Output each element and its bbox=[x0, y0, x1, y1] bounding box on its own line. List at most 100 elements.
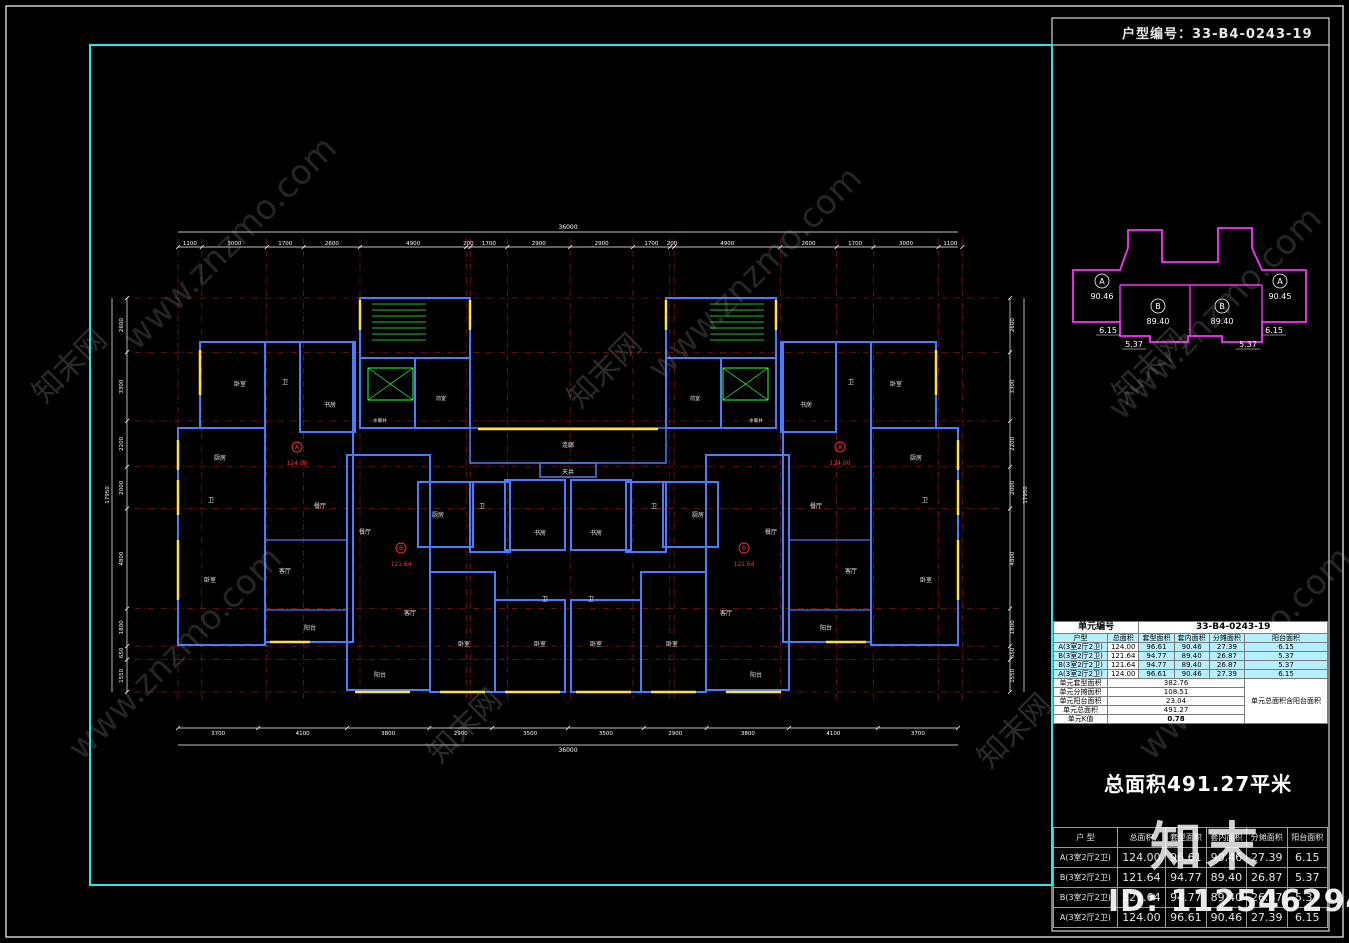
cell-type: B(3室2厅2卫) bbox=[1052, 660, 1109, 670]
cell-balcony: 5.37 bbox=[1244, 660, 1328, 670]
summary-note: 单元总面积含阳台面积 bbox=[1244, 678, 1328, 724]
summary-label: 单元套型面积 bbox=[1052, 678, 1109, 688]
room-label-bedroom: 卧室 bbox=[458, 640, 470, 648]
room-label-living: 客厅 bbox=[845, 567, 857, 575]
cell-shared: 27.39 bbox=[1208, 669, 1246, 679]
side-dim-label: 2200 bbox=[1010, 436, 1016, 450]
room-label-balcony: 阳台 bbox=[374, 671, 386, 679]
room-label-toilet: 卫 bbox=[282, 379, 288, 386]
cell-total: 124.00 bbox=[1107, 642, 1140, 652]
key-plan-unit-area: 90.45 bbox=[1269, 292, 1292, 301]
summary-value: 23.04 bbox=[1107, 696, 1245, 706]
front-room-wall bbox=[414, 357, 471, 429]
unit-area-label: 124.00 bbox=[287, 460, 308, 467]
dim-tick bbox=[960, 244, 965, 250]
total-area-caption: 总面积491.27平米 bbox=[1104, 772, 1293, 796]
unit-code-value: 33-B4-0243-19 bbox=[1138, 621, 1328, 634]
room-label-study: 书房 bbox=[324, 401, 336, 409]
key-plan-balcony-area: 5.37 bbox=[1239, 340, 1257, 349]
drawing-frame bbox=[89, 44, 1053, 886]
unit-tag-letter: B bbox=[742, 545, 746, 552]
overall-dim-label-top: 36000 bbox=[558, 224, 577, 231]
top-dim-label: 200 bbox=[463, 241, 474, 247]
side-dim-label: 650 bbox=[119, 647, 125, 658]
room-label-bedroom: 卧室 bbox=[234, 380, 246, 388]
table-row: B(3室2厅2卫) 121.64 94.77 89.40 26.87 5.37 bbox=[1052, 651, 1328, 661]
top-dim-label: 4900 bbox=[720, 241, 734, 247]
room-label-balcony: 阳台 bbox=[820, 624, 832, 632]
bottom-dim-label: 3800 bbox=[741, 731, 755, 737]
room-label-toilet: 卫 bbox=[651, 503, 657, 510]
col-header: 户 型 bbox=[1053, 827, 1118, 848]
corridor-label: 连廊 bbox=[562, 441, 574, 449]
key-plan-balcony-area: 6.15 bbox=[1099, 326, 1117, 335]
bottom-dim-label: 4100 bbox=[826, 731, 840, 737]
depth-dim-label: 17950 bbox=[105, 486, 111, 504]
bottom-dim-label: 3700 bbox=[911, 731, 925, 737]
bottom-dim-label: 2900 bbox=[668, 731, 682, 737]
bottom-dim-label: 3700 bbox=[211, 731, 225, 737]
unit-b-study-wall bbox=[570, 479, 632, 551]
side-dim-label: 1800 bbox=[119, 620, 125, 634]
col-header: 阳台面积 bbox=[1286, 827, 1329, 848]
bottom-dim-label: 4100 bbox=[296, 731, 310, 737]
room-label-bedroom: 卧室 bbox=[204, 576, 216, 584]
cell-balcony: 6.15 bbox=[1244, 642, 1328, 652]
unit-a-study-wall bbox=[780, 341, 837, 433]
key-plan-unit-area: 90.46 bbox=[1091, 292, 1114, 301]
room-label-shaft: 水暖井 bbox=[749, 417, 763, 424]
side-dim-label: 4800 bbox=[119, 551, 125, 565]
cell-balcony: 6.15 bbox=[1244, 669, 1328, 679]
room-label-study: 书房 bbox=[534, 529, 546, 537]
cell-inner: 89.40 bbox=[1173, 660, 1210, 670]
top-dim-label: 3000 bbox=[899, 241, 913, 247]
cell-total: 121.64 bbox=[1107, 660, 1140, 670]
side-dim-label: 1550 bbox=[1010, 668, 1016, 682]
unit-b-kitchen-wall bbox=[662, 481, 719, 548]
summary-label: 单元阳台面积 bbox=[1052, 696, 1109, 706]
side-dim-label: 4800 bbox=[1010, 551, 1016, 565]
top-dim-label: 4900 bbox=[406, 241, 420, 247]
side-dim-label: 2200 bbox=[119, 436, 125, 450]
top-dim-label: 1100 bbox=[183, 241, 197, 247]
cell-shared: 27.39 bbox=[1208, 642, 1246, 652]
side-dim-label: 2000 bbox=[1010, 480, 1016, 494]
room-label-kitchen: 厨房 bbox=[432, 511, 444, 519]
unit-a-living-zone bbox=[788, 539, 872, 611]
cell-type: A(3室2厅2卫) bbox=[1053, 847, 1118, 868]
depth-dim-label: 17950 bbox=[1023, 486, 1029, 504]
room-label-balcony: 阳台 bbox=[750, 671, 762, 679]
table-row: A(3室2厅2卫) 124.00 96.61 90.46 27.39 6.15 bbox=[1052, 642, 1328, 652]
room-label-dining: 餐厅 bbox=[314, 502, 326, 510]
cell-inner: 89.40 bbox=[1173, 651, 1210, 661]
cell-unit: 94.77 bbox=[1138, 660, 1175, 670]
side-dim-label: 650 bbox=[1010, 647, 1016, 658]
cell-shared: 26.87 bbox=[1208, 660, 1246, 670]
cell-total: 124.00 bbox=[1107, 669, 1140, 679]
col-header: 分摊面积 bbox=[1208, 633, 1246, 643]
unit-tag-letter: B bbox=[399, 545, 403, 552]
summary-value: 0.78 bbox=[1107, 714, 1245, 724]
room-label-toilet: 卫 bbox=[208, 497, 214, 504]
top-dim-label: 1700 bbox=[278, 241, 292, 247]
unit-b-kitchen-wall bbox=[417, 481, 474, 548]
cell-unit: 96.61 bbox=[1138, 642, 1175, 652]
room-label-toilet: 卫 bbox=[922, 497, 928, 504]
cell-type: A(3室2厅2卫) bbox=[1052, 669, 1109, 679]
col-header: 户型 bbox=[1052, 633, 1109, 643]
cell-type: A(3室2厅2卫) bbox=[1052, 642, 1109, 652]
floor-plan-drawing: 36000 1100 3000 1700 2600 4900 200 1700 2900 2900… bbox=[5, 5, 1344, 938]
summary-value: 108.51 bbox=[1107, 687, 1245, 697]
cell-balcony: 6.15 bbox=[1286, 847, 1329, 868]
unit-area-table: 单元编号 33-B4-0243-19 户型 总面积 套型面积 套内面积 分摊面积… bbox=[1052, 621, 1328, 724]
room-label-living: 客厅 bbox=[720, 609, 732, 617]
top-dim-label: 1700 bbox=[848, 241, 862, 247]
unit-area-label: 124.00 bbox=[830, 460, 851, 467]
top-dim-label: 1100 bbox=[943, 241, 957, 247]
bottom-dim-label: 3500 bbox=[599, 731, 613, 737]
sheet-border bbox=[5, 5, 1344, 938]
top-dim-label: 1700 bbox=[482, 241, 496, 247]
unit-area-label: 121.64 bbox=[734, 561, 755, 568]
cell-total: 121.64 bbox=[1107, 651, 1140, 661]
side-dim-label: 2000 bbox=[119, 480, 125, 494]
